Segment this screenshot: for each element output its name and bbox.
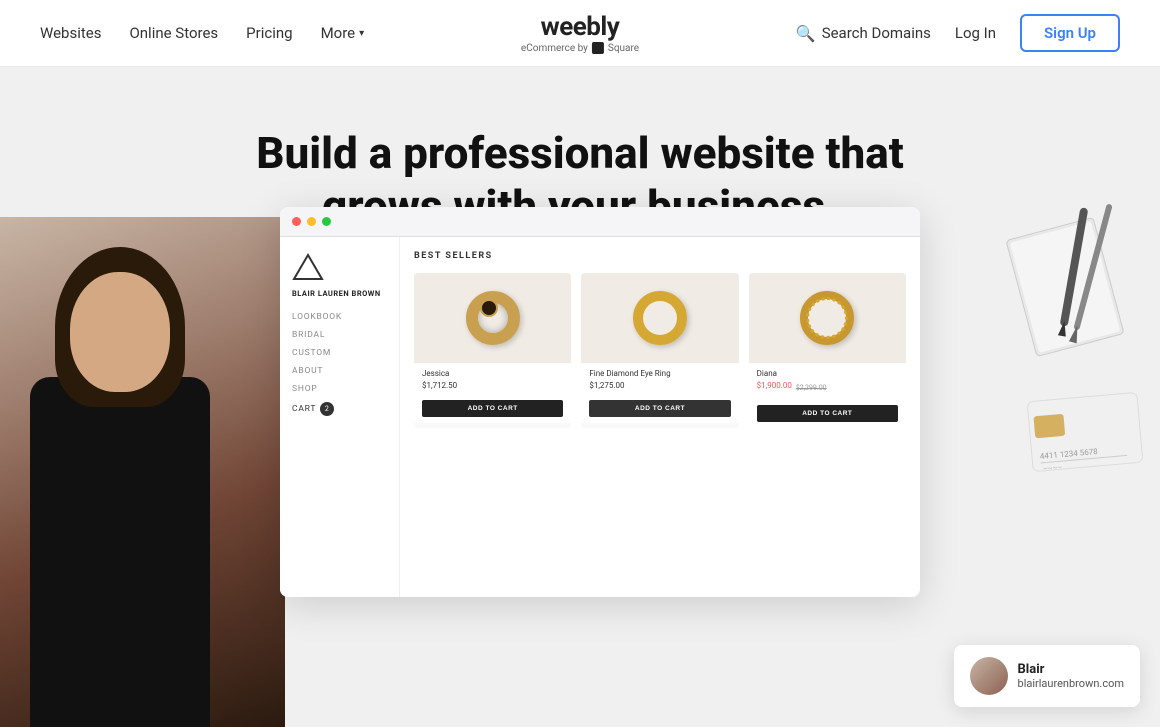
browser-close-dot <box>292 217 301 226</box>
cart-label: CART <box>292 404 316 414</box>
shop-main: BEST SELLERS Jessica $1,712.50 ADD TO CA… <box>400 237 920 597</box>
sidebar-item-bridal[interactable]: BRIDAL <box>292 330 387 340</box>
browser-toolbar <box>280 207 920 237</box>
add-to-cart-button-1[interactable]: ADD TO CART <box>422 400 563 417</box>
logo-sub-text: eCommerce by <box>521 43 588 54</box>
hero-section: Build a professional website that grows … <box>0 67 1160 727</box>
browser-maximize-dot <box>322 217 331 226</box>
logo-sub: eCommerce by Square <box>521 42 639 54</box>
product-price-sale-3: $1,900.00 <box>757 381 792 390</box>
product-info-1: Jessica $1,712.50 ADD TO CART <box>414 363 571 423</box>
cart-badge: 2 <box>320 402 334 416</box>
blair-card: Blair blairlaurenbrown.com <box>954 645 1140 707</box>
navbar: Websites Online Stores Pricing More ▾ we… <box>0 0 1160 67</box>
product-name-1: Jessica <box>422 369 563 378</box>
ring-icon-1 <box>466 291 520 345</box>
nav-links: Websites Online Stores Pricing More ▾ <box>40 24 364 42</box>
product-image-1 <box>414 273 571 363</box>
sidebar-item-about[interactable]: ABOUT <box>292 366 387 376</box>
person-image <box>0 217 285 727</box>
shop-name: BLAIR LAUREN BROWN <box>292 289 387 298</box>
product-name-3: Diana <box>757 369 898 378</box>
weebly-logo[interactable]: weebly eCommerce by Square <box>521 12 639 54</box>
search-domains-label: Search Domains <box>822 24 931 42</box>
signup-button[interactable]: Sign Up <box>1020 14 1120 52</box>
product-price-orig-3: $2,299.00 <box>796 384 827 392</box>
logo-triangle-icon <box>292 253 324 281</box>
shop-sidebar: BLAIR LAUREN BROWN LOOKBOOK BRIDAL CUSTO… <box>280 237 400 597</box>
ring-icon-3 <box>800 291 854 345</box>
blair-url: blairlaurenbrown.com <box>1018 677 1124 690</box>
products-grid: Jessica $1,712.50 ADD TO CART Fine Diamo… <box>414 273 906 428</box>
add-to-cart-button-2[interactable]: ADD TO CART <box>589 400 730 417</box>
logo-text: weebly <box>521 12 639 42</box>
product-price-1: $1,712.50 <box>422 381 563 390</box>
chevron-down-icon: ▾ <box>359 28 364 39</box>
add-to-cart-button-3[interactable]: ADD TO CART <box>757 405 898 422</box>
blair-name: Blair <box>1018 662 1124 677</box>
blair-avatar <box>970 657 1008 695</box>
svg-text:4411 1234 5678: 4411 1234 5678 <box>1040 447 1099 461</box>
login-link[interactable]: Log In <box>955 24 996 42</box>
nav-right: 🔍 Search Domains Log In Sign Up <box>796 14 1120 52</box>
product-name-2: Fine Diamond Eye Ring <box>589 369 730 378</box>
nav-online-stores[interactable]: Online Stores <box>129 24 218 42</box>
sidebar-item-custom[interactable]: CUSTOM <box>292 348 387 358</box>
nav-pricing[interactable]: Pricing <box>246 24 292 42</box>
product-price-2: $1,275.00 <box>589 381 730 390</box>
search-icon: 🔍 <box>796 24 816 43</box>
nav-more-label: More <box>321 24 356 42</box>
sidebar-cart[interactable]: CART 2 <box>292 402 387 416</box>
browser-content: BLAIR LAUREN BROWN LOOKBOOK BRIDAL CUSTO… <box>280 237 920 597</box>
decoration-svg: 4411 1234 5678 ~~~~ <box>960 197 1160 597</box>
nav-more[interactable]: More ▾ <box>321 24 365 42</box>
sidebar-item-lookbook[interactable]: LOOKBOOK <box>292 312 387 322</box>
person-face <box>70 272 170 392</box>
ring-icon-2 <box>633 291 687 345</box>
search-domains-link[interactable]: 🔍 Search Domains <box>796 24 931 43</box>
nav-websites[interactable]: Websites <box>40 24 101 42</box>
svg-text:~~~~: ~~~~ <box>1043 463 1063 473</box>
browser-mockup: BLAIR LAUREN BROWN LOOKBOOK BRIDAL CUSTO… <box>280 207 920 597</box>
product-card-diamond: Fine Diamond Eye Ring $1,275.00 ADD TO C… <box>581 273 738 428</box>
product-card-diana: Diana $1,900.00 $2,299.00 ADD TO CART <box>749 273 906 428</box>
product-info-3: Diana $1,900.00 $2,299.00 ADD TO CART <box>749 363 906 428</box>
logo-square-label: Square <box>608 43 639 54</box>
best-sellers-label: BEST SELLERS <box>414 251 906 261</box>
square-icon <box>592 42 604 54</box>
product-image-2 <box>581 273 738 363</box>
product-card-jessica: Jessica $1,712.50 ADD TO CART <box>414 273 571 428</box>
decorations: 4411 1234 5678 ~~~~ <box>960 197 1160 597</box>
browser-minimize-dot <box>307 217 316 226</box>
product-image-3 <box>749 273 906 363</box>
person-body <box>30 377 210 727</box>
product-info-2: Fine Diamond Eye Ring $1,275.00 ADD TO C… <box>581 363 738 423</box>
sidebar-menu: LOOKBOOK BRIDAL CUSTOM ABOUT SHOP <box>292 312 387 394</box>
sidebar-item-shop[interactable]: SHOP <box>292 384 387 394</box>
blair-info: Blair blairlaurenbrown.com <box>1018 662 1124 690</box>
shop-logo: BLAIR LAUREN BROWN <box>292 253 387 298</box>
